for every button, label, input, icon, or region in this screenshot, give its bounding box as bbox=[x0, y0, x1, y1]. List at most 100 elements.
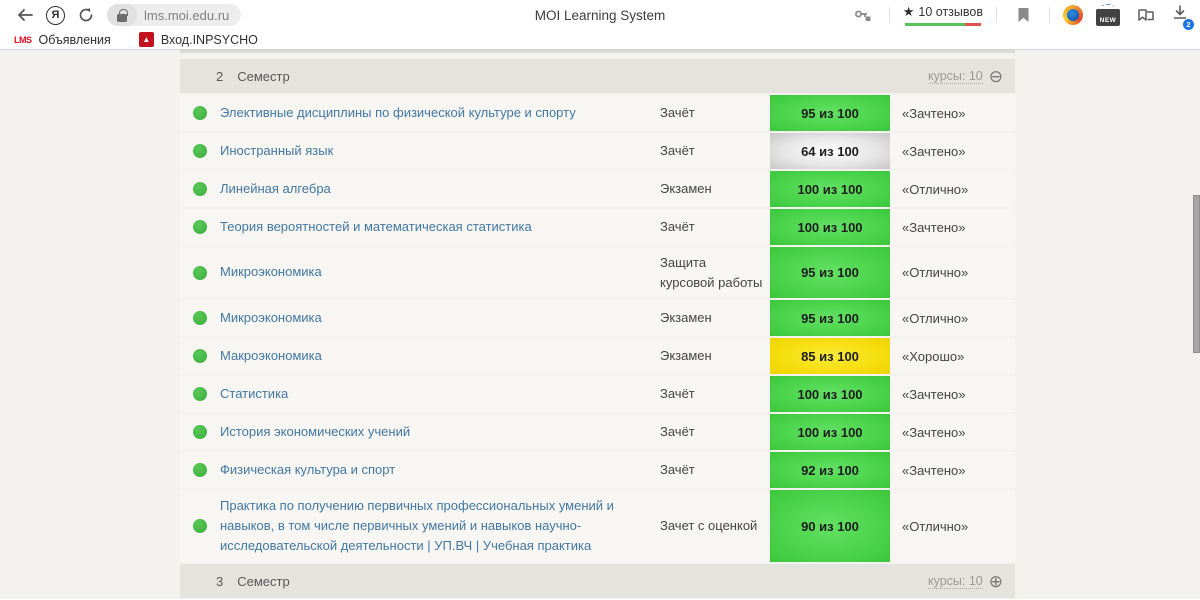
course-row: Теория вероятностей и математическая ста… bbox=[180, 209, 1015, 245]
bookmark-item-inpsycho[interactable]: ▲ Вход.INPSYCHO bbox=[138, 32, 258, 47]
course-status-cell bbox=[180, 490, 220, 562]
course-name-cell: Физическая культура и спорт bbox=[220, 452, 660, 488]
download-icon bbox=[1173, 4, 1187, 19]
status-dot-icon bbox=[193, 220, 207, 234]
courses-count-link[interactable]: курсы: 10 bbox=[927, 574, 983, 589]
refresh-icon bbox=[79, 7, 93, 22]
expand-section-icon[interactable]: ⊕ bbox=[989, 573, 1003, 590]
score-badge: 95 из 100 bbox=[770, 95, 890, 131]
course-status-cell bbox=[180, 376, 220, 412]
course-link[interactable]: Элективные дисциплины по физической куль… bbox=[220, 103, 576, 123]
downloads-button[interactable]: 2 bbox=[1172, 4, 1194, 30]
score-badge: 92 из 100 bbox=[770, 452, 890, 488]
key-icon bbox=[854, 10, 871, 21]
yandex-home-button[interactable]: Я bbox=[46, 5, 65, 25]
course-link[interactable]: Физическая культура и спорт bbox=[220, 460, 395, 480]
course-link[interactable]: История экономических учений bbox=[220, 422, 410, 442]
score-badge: 64 из 100 bbox=[770, 133, 890, 169]
grade-cell: «Зачтено» bbox=[902, 105, 966, 121]
course-table-body: Элективные дисциплины по физической куль… bbox=[180, 95, 1015, 563]
bookmark-item-announcements[interactable]: LMS Объявления bbox=[14, 33, 111, 47]
semester-2-header[interactable]: 2 Семестр курсы: 10 ⊖ bbox=[180, 59, 1015, 93]
course-row: Элективные дисциплины по физической куль… bbox=[180, 95, 1015, 131]
lock-icon bbox=[117, 8, 128, 22]
status-dot-icon bbox=[193, 387, 207, 401]
lms-favicon: LMS bbox=[14, 34, 32, 45]
divider bbox=[996, 7, 997, 23]
course-row: Макроэкономика Экзамен 85 из 100 «Хорошо… bbox=[180, 338, 1015, 374]
course-row: Практика по получению первичных професси… bbox=[180, 490, 1015, 563]
score-badge: 100 из 100 bbox=[770, 171, 890, 207]
course-link[interactable]: Практика по получению первичных професси… bbox=[220, 496, 642, 556]
score-badge: 95 из 100 bbox=[770, 247, 890, 298]
course-row: Иностранный язык Зачёт 64 из 100 «Зачтен… bbox=[180, 133, 1015, 169]
status-dot-icon bbox=[193, 311, 207, 325]
collections-button[interactable] bbox=[1133, 2, 1159, 28]
star-icon: ★ bbox=[902, 4, 915, 19]
inpsycho-favicon: ▲ bbox=[138, 32, 154, 47]
course-link[interactable]: Теория вероятностей и математическая ста… bbox=[220, 217, 532, 237]
bookmark-page-button[interactable] bbox=[1010, 2, 1036, 28]
status-dot-icon bbox=[193, 349, 207, 363]
back-button[interactable] bbox=[12, 2, 38, 28]
collapse-section-icon[interactable]: ⊖ bbox=[989, 68, 1003, 85]
assessment-type-cell: Зачёт bbox=[660, 143, 695, 159]
status-dot-icon bbox=[193, 106, 207, 120]
course-link[interactable]: Статистика bbox=[220, 384, 288, 404]
grade-cell: «Отлично» bbox=[902, 518, 969, 534]
bookmark-label: Вход.INPSYCHO bbox=[160, 32, 258, 47]
status-dot-icon bbox=[193, 265, 207, 280]
course-status-cell bbox=[180, 95, 220, 131]
bookmark-flag-icon bbox=[1018, 8, 1028, 22]
course-link[interactable]: Иностранный язык bbox=[220, 141, 333, 161]
course-row: Физическая культура и спорт Зачёт 92 из … bbox=[180, 452, 1015, 488]
semester-3-header[interactable]: 3 Семестр курсы: 10 ⊕ bbox=[180, 564, 1015, 599]
course-link[interactable]: Линейная алгебра bbox=[220, 179, 331, 199]
site-reviews-button[interactable]: ★ 10 отзывов bbox=[903, 4, 983, 26]
grade-cell: «Зачтено» bbox=[902, 462, 966, 478]
grade-cell: «Отлично» bbox=[902, 310, 969, 326]
lms-page: 2 Семестр курсы: 10 ⊖ Элективные дисципл… bbox=[0, 50, 1200, 599]
refresh-button[interactable] bbox=[73, 2, 99, 28]
course-status-cell bbox=[180, 338, 220, 374]
toolbar-right-icons: ★ 10 отзывов NEW 2 bbox=[850, 2, 1194, 30]
status-dot-icon bbox=[193, 519, 207, 534]
divider bbox=[1049, 7, 1050, 23]
browser-extension-button[interactable] bbox=[1063, 5, 1083, 25]
course-link[interactable]: Микроэкономика bbox=[220, 262, 322, 282]
cinema-new-extension-button[interactable]: NEW bbox=[1096, 4, 1120, 26]
assessment-type-cell: Зачёт bbox=[660, 462, 695, 478]
semester-number: 2 bbox=[216, 68, 224, 84]
course-name-cell: Линейная алгебра bbox=[220, 171, 660, 207]
course-row: Линейная алгебра Экзамен 100 из 100 «Отл… bbox=[180, 171, 1015, 207]
browser-toolbar: Я lms.moi.edu.ru MOI Learning System ★ 1… bbox=[0, 0, 1200, 30]
grade-table: 2 Семестр курсы: 10 ⊖ Элективные дисципл… bbox=[180, 50, 1015, 599]
new-badge-label: NEW bbox=[1099, 17, 1117, 24]
grade-cell: «Зачтено» bbox=[902, 386, 966, 402]
status-dot-icon bbox=[193, 463, 207, 477]
course-status-cell bbox=[180, 133, 220, 169]
url-text: lms.moi.edu.ru bbox=[144, 7, 230, 23]
course-name-cell: Микроэкономика bbox=[220, 247, 660, 298]
course-status-cell bbox=[180, 209, 220, 245]
course-row: Микроэкономика Защита курсовой работы 95… bbox=[180, 247, 1015, 298]
grade-cell: «Зачтено» bbox=[902, 424, 966, 440]
course-link[interactable]: Микроэкономика bbox=[220, 308, 322, 328]
vertical-scrollbar-thumb[interactable] bbox=[1193, 195, 1200, 353]
course-status-cell bbox=[180, 414, 220, 450]
assessment-type-cell: Защита курсовой работы bbox=[660, 255, 763, 290]
course-status-cell bbox=[180, 247, 220, 298]
course-link[interactable]: Макроэкономика bbox=[220, 346, 322, 366]
semester-number: 3 bbox=[216, 573, 224, 589]
assessment-type-cell: Экзамен bbox=[660, 310, 712, 326]
course-row: Статистика Зачёт 100 из 100 «Зачтено» bbox=[180, 376, 1015, 412]
courses-count-link[interactable]: курсы: 10 bbox=[927, 69, 983, 84]
rating-bar bbox=[904, 23, 981, 26]
passwords-extension-button[interactable] bbox=[850, 2, 876, 28]
download-count-badge: 2 bbox=[1183, 18, 1194, 30]
grade-cell: «Отлично» bbox=[902, 265, 969, 280]
assessment-type-cell: Зачёт bbox=[660, 424, 695, 440]
site-security-chip[interactable] bbox=[107, 4, 137, 26]
address-bar[interactable]: lms.moi.edu.ru bbox=[107, 4, 242, 26]
grade-cell: «Отлично» bbox=[902, 181, 969, 197]
